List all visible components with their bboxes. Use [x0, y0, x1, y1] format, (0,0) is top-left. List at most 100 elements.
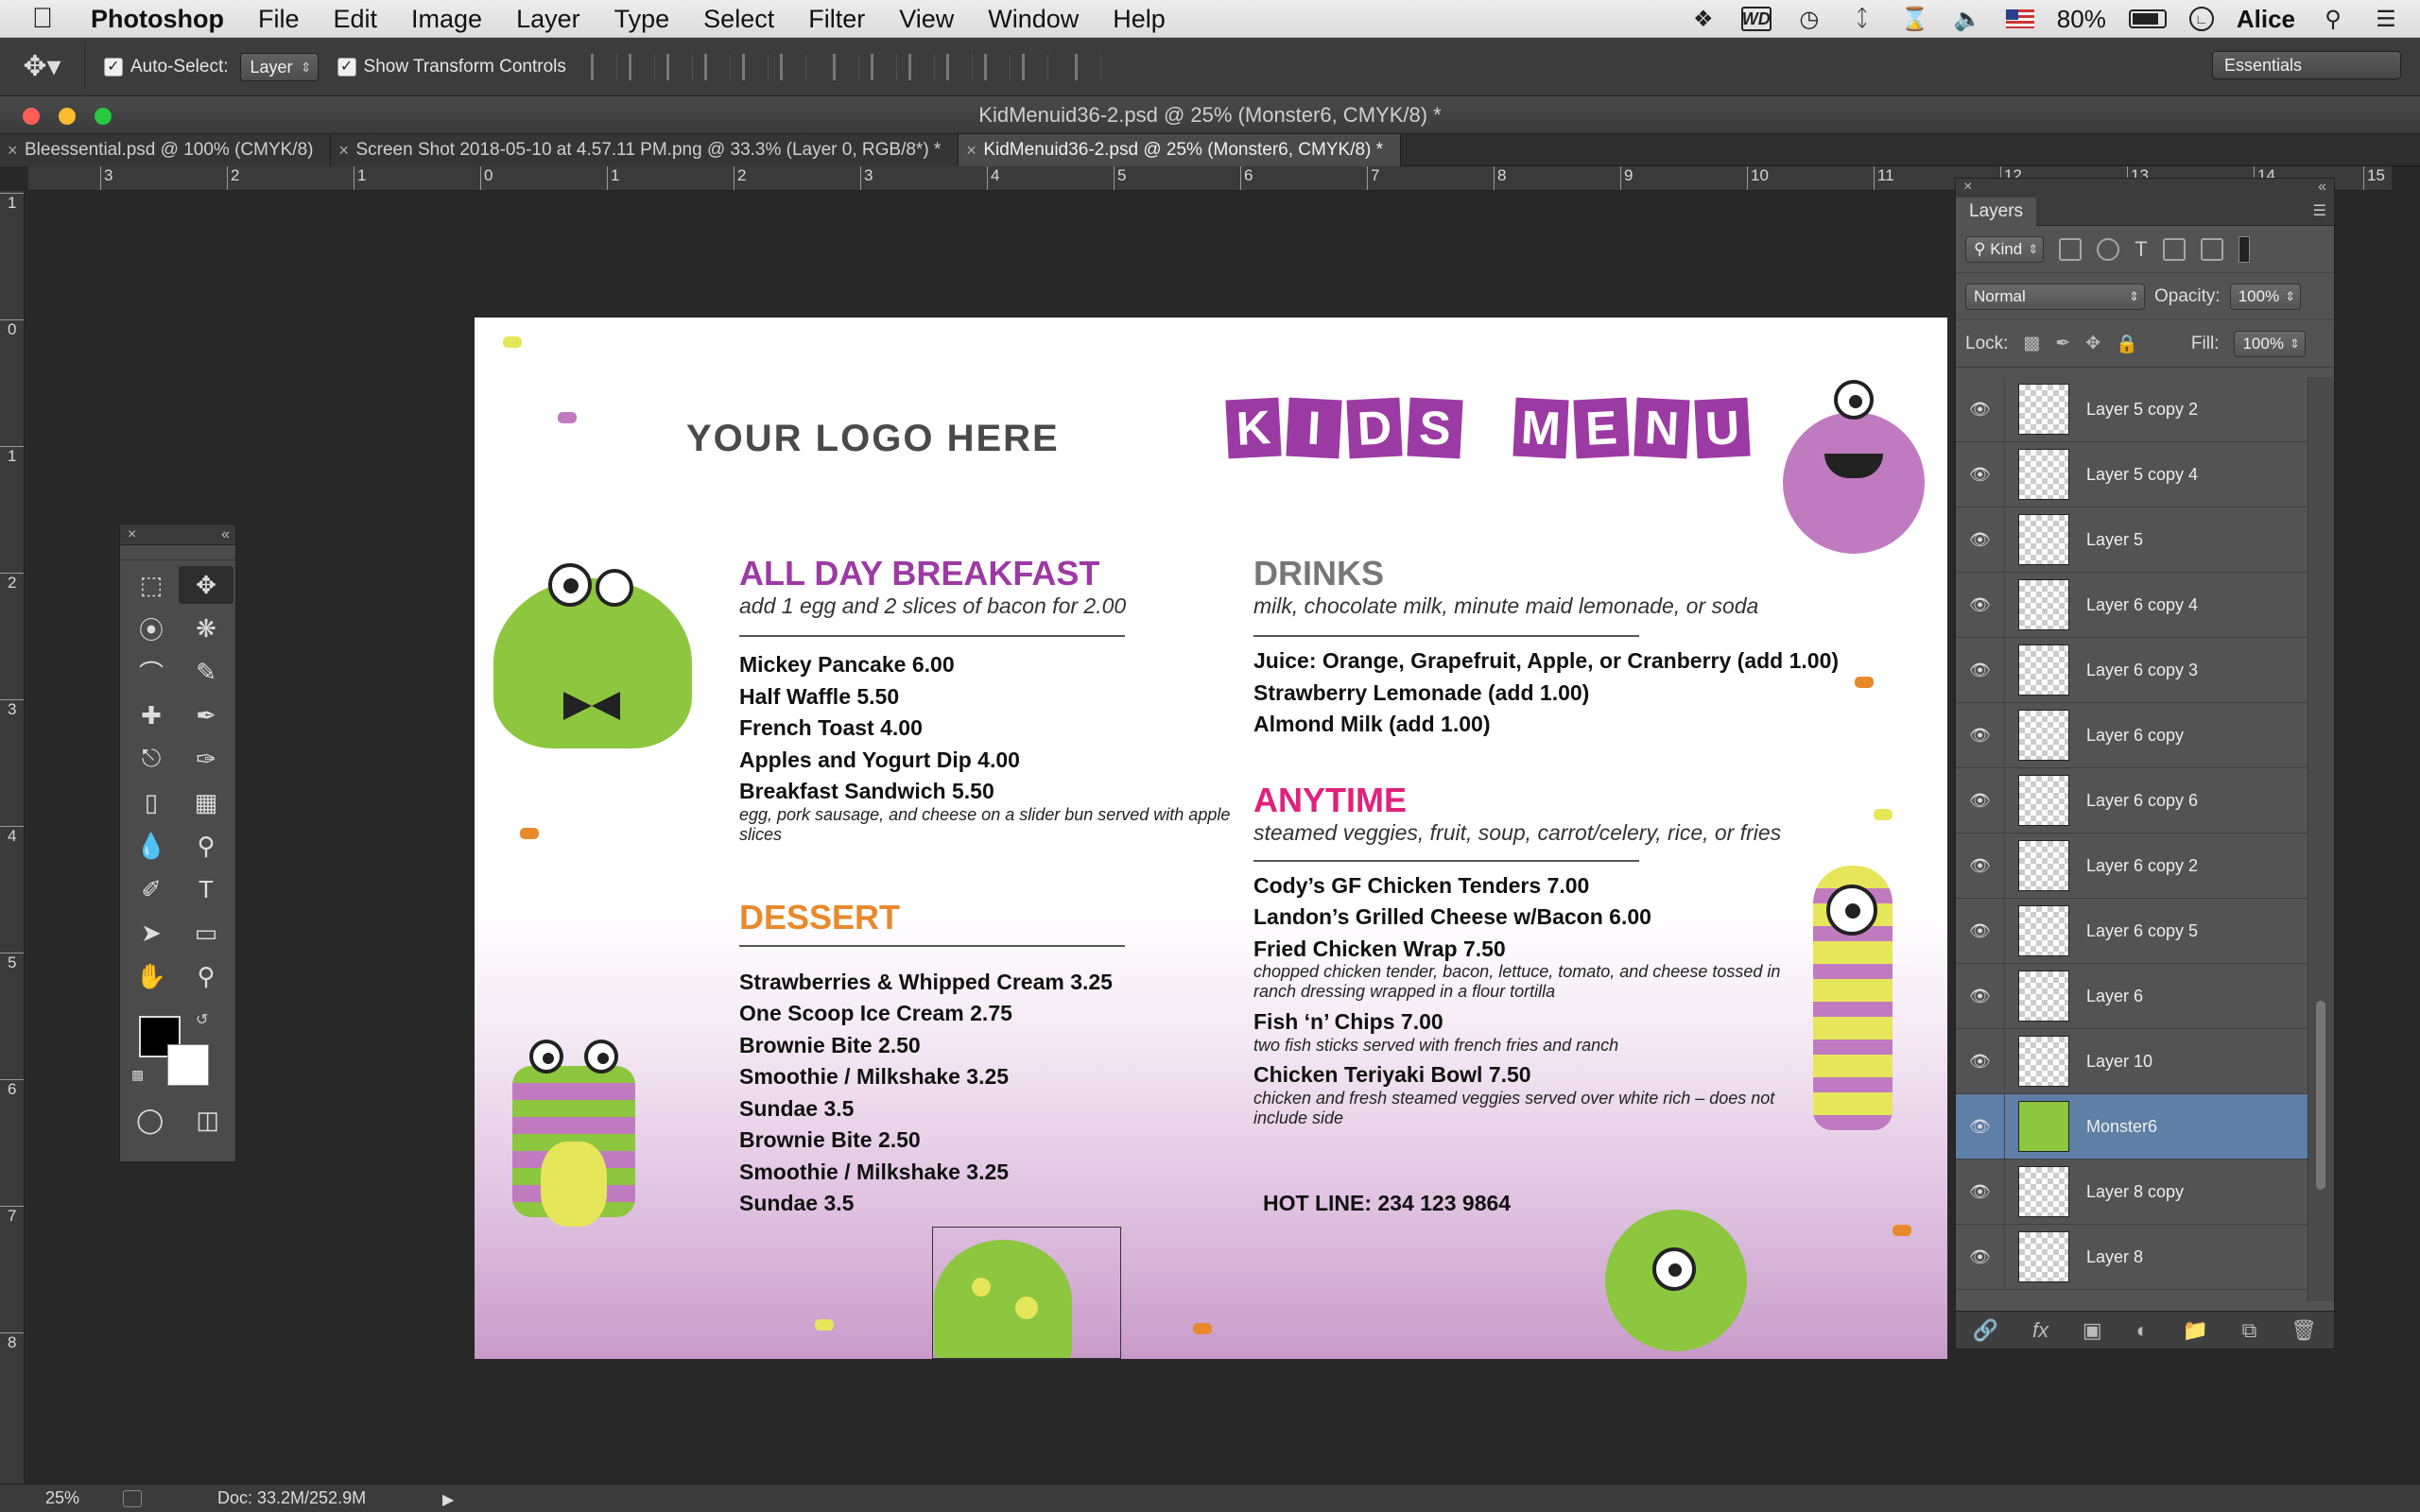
distribute-vertical-center-icon[interactable] — [870, 53, 897, 80]
menu-view[interactable]: View — [882, 0, 971, 38]
layer-row[interactable]: 👁 Layer 6 copy 3 — [1956, 637, 2308, 703]
align-right-icon[interactable] — [779, 53, 806, 80]
wd-icon[interactable]: WD — [1740, 7, 1772, 31]
align-vertical-center-icon[interactable] — [628, 53, 655, 80]
fill-input[interactable]: 100% — [2234, 330, 2306, 357]
background-color-swatch[interactable] — [167, 1044, 209, 1086]
lock-position-icon[interactable]: ✥ — [2085, 333, 2100, 354]
layer-style-fx-icon[interactable]: fx — [2032, 1318, 2048, 1343]
visibility-eye-icon[interactable]: 👁 — [1956, 507, 2005, 573]
distribute-left-icon[interactable] — [945, 53, 973, 80]
visibility-eye-icon[interactable]: 👁 — [1956, 833, 2005, 899]
zoom-tool-icon[interactable]: ⚲ — [179, 957, 233, 995]
distribute-horizontal-center-icon[interactable] — [983, 53, 1011, 80]
workspace-dropdown[interactable]: Essentials — [2212, 51, 2401, 79]
tab-close-icon[interactable]: × — [966, 134, 977, 166]
panel-menu-icon[interactable]: ☰ — [2313, 201, 2326, 220]
lock-transparency-icon[interactable]: ▩ — [2023, 333, 2040, 354]
distribute-bottom-icon[interactable] — [908, 53, 935, 80]
user-name[interactable]: Alice — [2237, 5, 2295, 34]
screen-mode-icon[interactable]: ◫ — [196, 1101, 219, 1139]
auto-select-dropdown[interactable]: Layer — [239, 52, 319, 81]
filter-pixel-icon[interactable] — [2059, 237, 2083, 261]
visibility-eye-icon[interactable]: 👁 — [1956, 441, 2005, 507]
new-group-icon[interactable]: 📁 — [2183, 1318, 2208, 1343]
layer-row[interactable]: 👁 Layer 6 — [1956, 963, 2308, 1029]
healing-brush-tool-icon[interactable]: ✚ — [124, 696, 179, 734]
status-toggle-icon[interactable] — [123, 1490, 142, 1507]
dropbox-icon[interactable]: ❖ — [1688, 7, 1719, 32]
layer-row[interactable]: 👁 Layer 5 copy 2 — [1956, 377, 2308, 442]
tab-kidmenu[interactable]: × KidMenuid36-2.psd @ 25% (Monster6, CMY… — [959, 134, 1402, 166]
zoom-window-button[interactable] — [95, 108, 112, 125]
menu-artboard[interactable]: YOUR LOGO HERE K I D S M E N U ALL DAY B… — [475, 318, 1947, 1359]
visibility-eye-icon[interactable]: 👁 — [1956, 1224, 2005, 1290]
tools-panel-grip[interactable] — [120, 545, 235, 560]
filter-kind-dropdown[interactable]: ⚲ Kind — [1965, 235, 2045, 263]
move-tool-preset-icon[interactable]: ✥▾ — [0, 44, 85, 89]
layer-row[interactable]: 👁 Layer 6 copy 6 — [1956, 767, 2308, 833]
layer-row[interactable]: 👁 Layer 6 copy — [1956, 702, 2308, 768]
menu-edit[interactable]: Edit — [317, 0, 395, 38]
visibility-eye-icon[interactable]: 👁 — [1956, 898, 2005, 964]
quick-mask-icon[interactable]: ◯ — [136, 1101, 164, 1139]
layer-row-selected[interactable]: 👁 Monster6 — [1956, 1093, 2308, 1160]
vertical-ruler[interactable]: 1 0 1 2 3 4 5 6 7 8 — [0, 191, 25, 1484]
tab-screenshot[interactable]: × Screen Shot 2018-05-10 at 4.57.11 PM.p… — [331, 134, 959, 166]
filter-adjustment-icon[interactable] — [2097, 237, 2120, 261]
layer-row[interactable]: 👁 Layer 6 copy 5 — [1956, 898, 2308, 964]
rectangle-tool-icon[interactable]: ▭ — [179, 914, 233, 952]
tools-panel-header[interactable]: × « — [120, 524, 235, 545]
menu-image[interactable]: Image — [394, 0, 499, 38]
visibility-eye-icon[interactable]: 👁 — [1956, 572, 2005, 638]
filter-type-icon[interactable]: T — [2135, 237, 2147, 262]
auto-select-checkbox[interactable]: ✓ — [104, 57, 123, 77]
layers-tab[interactable]: Layers — [1956, 198, 2037, 226]
layers-scrollbar[interactable] — [2308, 377, 2334, 1301]
type-tool-icon[interactable]: T — [179, 870, 233, 908]
magic-wand-tool-icon[interactable]: ❋ — [179, 610, 233, 647]
new-layer-icon[interactable]: ⧉ — [2242, 1318, 2257, 1343]
align-horizontal-center-icon[interactable] — [741, 53, 769, 80]
visibility-eye-icon[interactable]: 👁 — [1956, 1159, 2005, 1225]
bluetooth-icon[interactable]: ᛨ — [1847, 6, 1877, 31]
visibility-eye-icon[interactable]: 👁 — [1956, 702, 2005, 768]
hand-tool-icon[interactable]: ✋ — [124, 957, 179, 995]
link-layers-icon[interactable]: 🔗 — [1973, 1318, 1998, 1343]
filter-shape-icon[interactable] — [2162, 237, 2186, 261]
swap-colors-icon[interactable]: ↺ — [196, 1010, 208, 1029]
distribute-top-icon[interactable] — [832, 53, 859, 80]
apple-icon[interactable]:  — [0, 3, 85, 35]
blend-mode-dropdown[interactable]: Normal — [1965, 283, 2145, 310]
clock-icon[interactable]: ∟ — [2188, 7, 2214, 31]
close-window-button[interactable] — [23, 108, 40, 125]
layer-row[interactable]: 👁 Layer 6 copy 4 — [1956, 572, 2308, 638]
visibility-eye-icon[interactable]: 👁 — [1956, 767, 2005, 833]
delete-layer-icon[interactable]: 🗑 — [2290, 1318, 2317, 1343]
tab-bleessential[interactable]: × Bleessential.psd @ 100% (CMYK/8) — [0, 134, 332, 166]
wifi-icon[interactable]: ⌛ — [1900, 7, 1930, 32]
dodge-tool-icon[interactable]: ⚲ — [179, 827, 233, 865]
add-mask-icon[interactable]: ▣ — [2083, 1318, 2102, 1343]
layer-row[interactable]: 👁 Layer 5 — [1956, 507, 2308, 573]
menu-help[interactable]: Help — [1096, 0, 1183, 38]
menu-select[interactable]: Select — [686, 0, 791, 38]
menu-file[interactable]: File — [241, 0, 317, 38]
menu-filter[interactable]: Filter — [791, 0, 882, 38]
pen-tool-icon[interactable]: ✐ — [124, 870, 179, 908]
layer-row[interactable]: 👁 Layer 8 — [1956, 1224, 2308, 1290]
filter-smart-object-icon[interactable] — [2200, 237, 2223, 261]
status-menu-arrow-icon[interactable]: ▶ — [442, 1490, 454, 1509]
volume-icon[interactable]: 🔈 — [1953, 7, 1983, 32]
collapse-panel-icon[interactable]: « — [2318, 179, 2326, 196]
eraser-tool-icon[interactable]: ▯ — [124, 783, 179, 821]
menu-app-name[interactable]: Photoshop — [85, 0, 241, 38]
input-source-flag-icon[interactable] — [2005, 9, 2034, 28]
align-bottom-icon[interactable] — [666, 53, 693, 80]
opacity-input[interactable]: 100% — [2229, 283, 2302, 310]
layers-scroll-thumb[interactable] — [2316, 1001, 2325, 1190]
eyedropper-tool-icon[interactable]: ✎ — [179, 653, 233, 691]
clone-stamp-tool-icon[interactable]: ⎋ — [124, 740, 179, 778]
visibility-eye-icon[interactable]: 👁 — [1956, 1028, 2005, 1094]
time-machine-icon[interactable]: ◷ — [1794, 7, 1824, 32]
